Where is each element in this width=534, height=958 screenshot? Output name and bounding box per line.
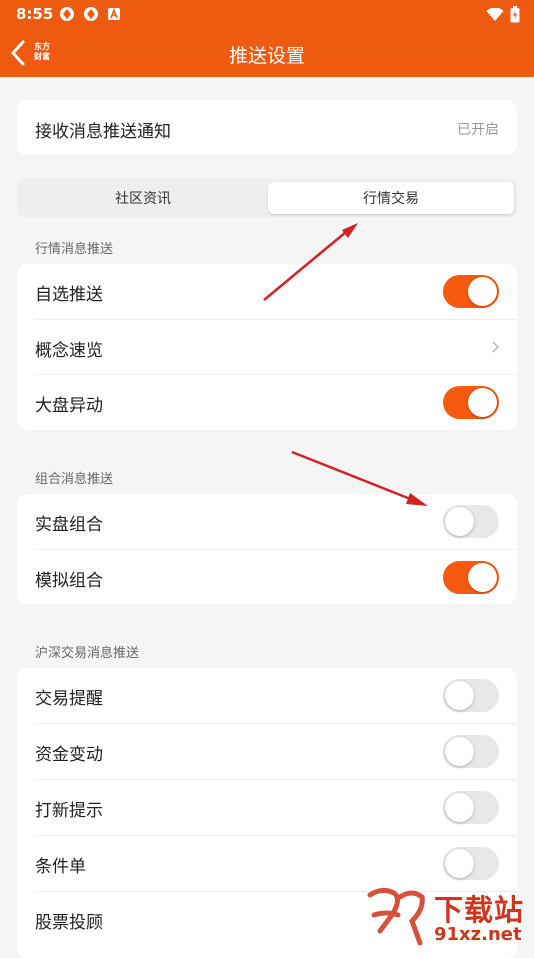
segment-tabs: 社区资讯 行情交易 — [17, 179, 517, 217]
status-time: 8:55 — [16, 5, 54, 23]
toggle-switch[interactable] — [443, 847, 499, 880]
status-notification-icons — [59, 6, 121, 22]
app-header: 8:55 东方 财富 推送设置 — [0, 0, 534, 77]
toggle-switch[interactable] — [443, 735, 499, 768]
app-notification-icon — [60, 7, 74, 21]
market-card: 自选推送 概念速览 大盘异动 — [17, 264, 517, 430]
toggle-switch[interactable] — [443, 679, 499, 712]
section-title-market: 行情消息推送 — [35, 242, 114, 257]
setting-row-ipo-tip: 打新提示 — [17, 780, 517, 835]
toggle-switch[interactable] — [443, 791, 499, 824]
watermark-domain: 91xz.net — [434, 924, 522, 945]
a-notification-icon — [108, 7, 120, 20]
section-title-portfolio: 组合消息推送 — [35, 472, 114, 487]
setting-row-fund-change: 资金变动 — [17, 724, 517, 779]
status-system-icons — [486, 6, 520, 23]
toggle-switch[interactable] — [443, 561, 499, 594]
receive-notification-card[interactable]: 接收消息推送通知 已开启 — [17, 100, 517, 155]
setting-row-conditional-order: 条件单 — [17, 836, 517, 891]
section-title-trading: 沪深交易消息推送 — [35, 646, 140, 661]
receive-notification-status: 已开启 — [457, 122, 499, 138]
watermark-logo-icon — [367, 887, 425, 946]
watermark: 下载站 91xz.net — [362, 885, 534, 950]
tab-market-trading[interactable]: 行情交易 — [268, 182, 514, 214]
receive-notification-label: 接收消息推送通知 — [35, 122, 171, 142]
watermark-text: 下载站 — [434, 893, 525, 927]
setting-row-real-portfolio: 实盘组合 — [17, 494, 517, 549]
toggle-switch[interactable] — [443, 505, 499, 538]
portfolio-card: 实盘组合 模拟组合 — [17, 494, 517, 604]
toggle-switch[interactable] — [443, 386, 499, 419]
setting-row-trade-reminder: 交易提醒 — [17, 668, 517, 723]
chevron-right-icon — [492, 341, 500, 353]
setting-row-simulated-portfolio: 模拟组合 — [17, 550, 517, 605]
page-title: 推送设置 — [228, 45, 305, 67]
setting-row-concept-overview[interactable]: 概念速览 — [17, 320, 517, 375]
battery-icon — [510, 6, 520, 23]
toggle-switch[interactable] — [443, 275, 499, 308]
tab-community-news[interactable]: 社区资讯 — [20, 182, 266, 214]
setting-row-watchlist-push: 自选推送 — [17, 264, 517, 319]
setting-row-market-movement: 大盘异动 — [17, 375, 517, 430]
app-notification-icon — [84, 7, 98, 21]
wifi-icon — [486, 7, 504, 21]
